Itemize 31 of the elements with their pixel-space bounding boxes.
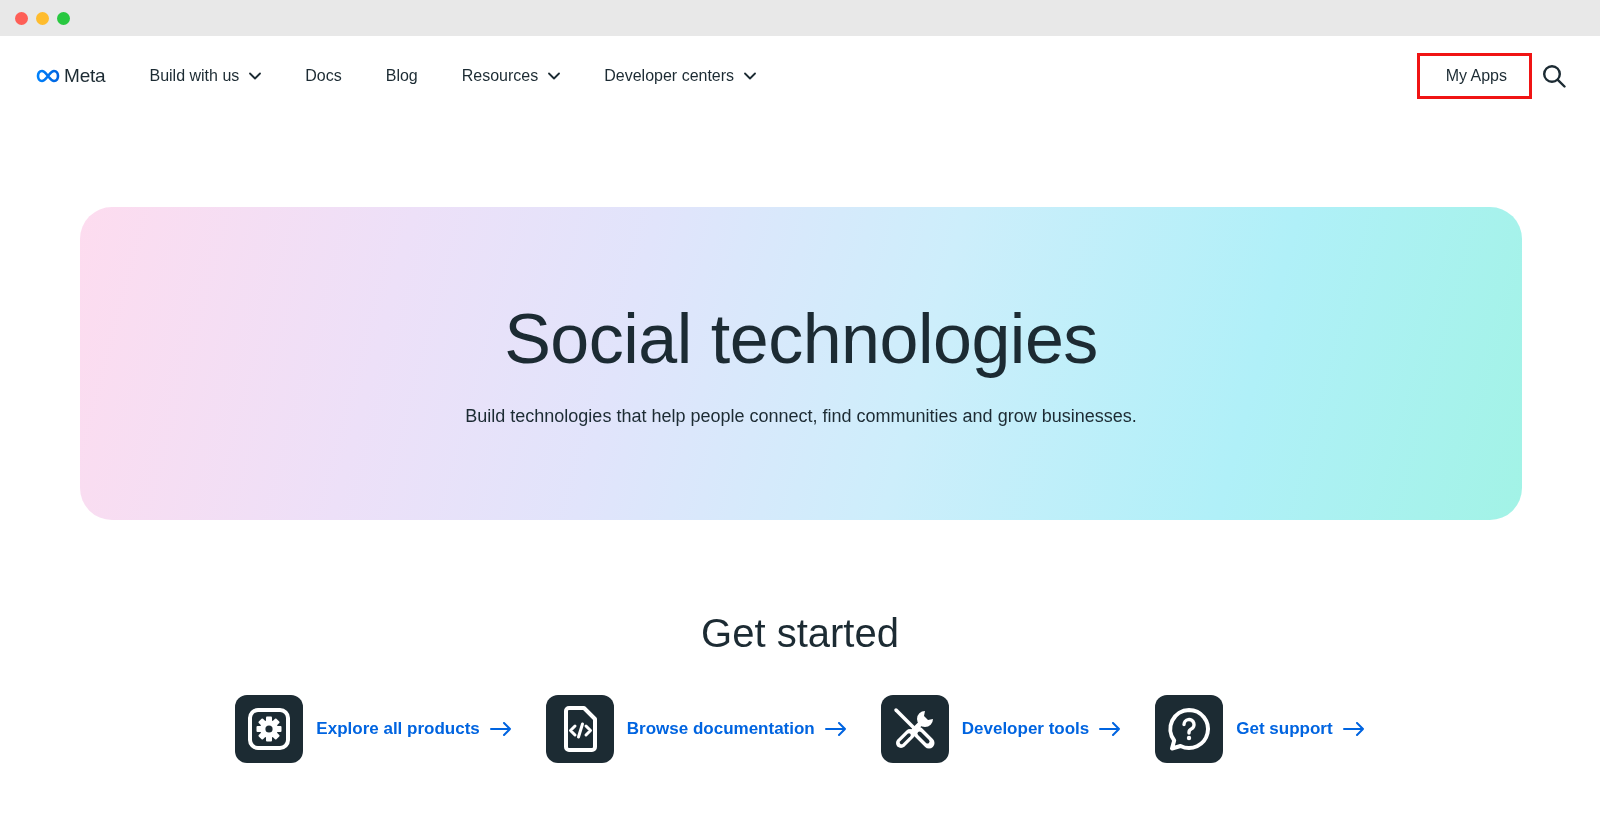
window-dot-icon[interactable] xyxy=(36,11,49,25)
arrow-right-icon xyxy=(1099,722,1122,736)
chevron-down-icon xyxy=(249,72,262,80)
arrow-right-icon xyxy=(1342,722,1365,736)
question-bubble-icon xyxy=(1155,695,1224,763)
arrow-right-icon xyxy=(489,722,512,736)
my-apps-button[interactable]: My Apps xyxy=(1416,53,1532,99)
section-heading: Get started xyxy=(701,610,899,657)
hero-subtitle: Build technologies that help people connect, find communities and grow businesses. xyxy=(465,404,1137,428)
nav-menu-button[interactable]: Build with us xyxy=(149,67,262,85)
search-icon xyxy=(1542,64,1566,88)
nav-link[interactable]: Blog xyxy=(385,67,418,85)
home-logo-link[interactable]: Meta xyxy=(36,65,106,87)
arrow-right-icon xyxy=(824,722,847,736)
search-button[interactable] xyxy=(1542,64,1566,88)
get-started-link[interactable]: Get support xyxy=(1155,695,1365,763)
nav-link[interactable]: Docs xyxy=(305,67,342,85)
infinity-icon xyxy=(36,69,60,83)
get-started-link[interactable]: Browse documentation xyxy=(545,695,847,763)
screwdriver-wrench-icon xyxy=(880,695,949,763)
chevron-down-icon xyxy=(548,72,561,80)
chevron-down-icon xyxy=(744,72,757,80)
gear-icon xyxy=(235,695,304,763)
hero-title: Social technologies xyxy=(504,298,1098,379)
code-file-icon xyxy=(545,695,614,763)
window-dot-icon[interactable] xyxy=(57,11,70,25)
window-dot-icon[interactable] xyxy=(15,11,28,25)
nav-menu-button[interactable]: Resources xyxy=(461,67,561,85)
nav-menu-button[interactable]: Developer centers xyxy=(604,67,757,85)
get-started-link[interactable]: Developer tools xyxy=(880,695,1122,763)
get-started-link[interactable]: Explore all products xyxy=(235,695,512,763)
